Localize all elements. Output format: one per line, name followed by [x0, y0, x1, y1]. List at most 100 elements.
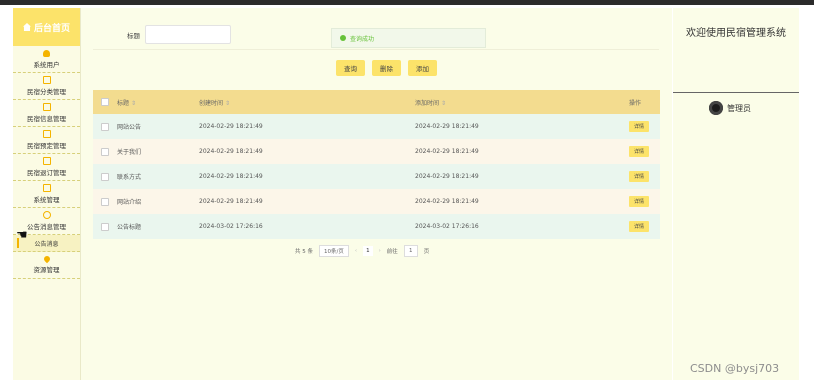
sidebar-item-label: 民宿信息管理 [27, 115, 66, 123]
cell-title: 网站介绍 [117, 199, 142, 206]
row-checkbox[interactable] [101, 122, 109, 131]
sidebar-item-info[interactable]: 民宿信息管理 [13, 100, 80, 127]
cell-added: 2024-02-29 18:21:49 [415, 173, 479, 180]
detail-button[interactable]: 详情 [629, 196, 650, 207]
sort-icon: ⇕ [441, 99, 447, 107]
grid-icon [42, 157, 51, 165]
total-count: 共 5 条 [295, 249, 313, 255]
bell-icon [42, 211, 51, 219]
hand-cursor-icon: ☚ [16, 228, 28, 243]
cell-title: 公告标题 [117, 224, 142, 231]
table-row: 联系方式 2024-02-29 18:21:49 2024-02-29 18:2… [93, 164, 660, 189]
main-content: 标题 查询成功 查询 删除 添加 标题 ⇕ 创建时间 ⇕ 添加时间 ⇕ 操作 网站公 [81, 8, 672, 380]
home-icon [22, 23, 31, 31]
right-panel: 欢迎使用民宿管理系统 管理员 [673, 8, 799, 380]
select-all-checkbox[interactable] [101, 98, 109, 106]
goto-label: 前往 [386, 249, 398, 255]
row-checkbox[interactable] [101, 197, 109, 206]
cell-created: 2024-03-02 17:26:16 [199, 223, 263, 230]
sidebar-item-label: 资源管理 [33, 266, 60, 274]
cell-added: 2024-02-29 18:21:49 [415, 198, 479, 205]
table-row: 网站公告 2024-02-29 18:21:49 2024-02-29 18:2… [93, 114, 660, 139]
sidebar-item-resources[interactable]: 资源管理 [13, 252, 80, 279]
query-button[interactable]: 查询 [336, 60, 365, 76]
page-suffix: 页 [423, 249, 430, 255]
sidebar-item-label: 系统用户 [33, 60, 60, 69]
sidebar-item-users[interactable]: 系统用户 [13, 46, 80, 73]
sidebar-item-category[interactable]: 民宿分类管理 [13, 73, 80, 100]
cell-title: 关于我们 [117, 149, 142, 156]
sidebar-item-label: 民宿退订管理 [27, 169, 66, 177]
next-page-icon[interactable]: › [379, 248, 381, 254]
divider [93, 49, 659, 50]
pin-icon [42, 254, 51, 264]
cell-title: 联系方式 [117, 174, 142, 181]
detail-button[interactable]: 详情 [629, 121, 650, 132]
detail-button[interactable]: 详情 [629, 171, 650, 182]
sort-icon: ⇕ [131, 99, 137, 107]
sidebar-item-label: 民宿预定管理 [27, 142, 66, 150]
top-border [0, 0, 814, 5]
add-button[interactable]: 添加 [408, 60, 437, 76]
sidebar-item-cancel[interactable]: 民宿退订管理 [13, 154, 80, 181]
cell-created: 2024-02-29 18:21:49 [199, 198, 263, 205]
data-table: 标题 ⇕ 创建时间 ⇕ 添加时间 ⇕ 操作 网站公告 2024-02-29 18:21… [93, 90, 660, 239]
grid-icon [42, 103, 51, 111]
user-name: 管理员 [727, 103, 751, 113]
sidebar-item-booking[interactable]: 民宿预定管理 [13, 127, 80, 154]
sidebar: 后台首页 系统用户 民宿分类管理 民宿信息管理 民宿预定管理 民宿退订管理 系统… [13, 8, 81, 380]
sidebar-home[interactable]: 后台首页 [13, 8, 80, 46]
sidebar-item-label: 民宿分类管理 [27, 88, 66, 96]
search-label: 标题 [127, 32, 140, 40]
cell-added: 2024-02-29 18:21:49 [415, 123, 479, 130]
table-row: 关于我们 2024-02-29 18:21:49 2024-02-29 18:2… [93, 139, 660, 164]
page-size-select[interactable]: 10条/页 [319, 245, 349, 257]
pagination: 共 5 条 10条/页 ‹ 1 › 前往 1 页 [295, 245, 429, 257]
detail-button[interactable]: 详情 [629, 221, 650, 232]
toast-message: 查询成功 [331, 28, 486, 48]
row-checkbox[interactable] [101, 147, 109, 156]
action-buttons: 查询 删除 添加 [81, 60, 672, 76]
user-icon [43, 49, 50, 57]
delete-button[interactable]: 删除 [372, 60, 401, 76]
cell-title: 网站公告 [117, 124, 142, 131]
cell-added: 2024-02-29 18:21:49 [415, 148, 479, 155]
sidebar-home-label: 后台首页 [33, 23, 70, 34]
table-row: 公告标题 2024-03-02 17:26:16 2024-03-02 17:2… [93, 214, 660, 239]
success-icon [340, 35, 346, 41]
grid-icon [42, 130, 51, 138]
search-row: 标题 查询成功 [81, 22, 672, 48]
user-menu[interactable]: 管理员 [709, 101, 751, 115]
cell-added: 2024-03-02 17:26:16 [415, 223, 479, 230]
search-input[interactable] [145, 25, 231, 44]
sidebar-item-label: 公告消息管理 [27, 223, 66, 231]
table-header: 标题 ⇕ 创建时间 ⇕ 添加时间 ⇕ 操作 [93, 90, 660, 114]
header-title[interactable]: 标题 ⇕ [117, 98, 199, 107]
detail-button[interactable]: 详情 [629, 146, 650, 157]
toast-text: 查询成功 [350, 35, 375, 43]
page-number[interactable]: 1 [363, 246, 373, 256]
sort-icon: ⇕ [225, 99, 231, 107]
divider [673, 92, 799, 93]
grid-icon [42, 76, 51, 84]
grid-icon [42, 184, 51, 192]
cell-created: 2024-02-29 18:21:49 [199, 148, 263, 155]
goto-page-input[interactable]: 1 [403, 245, 418, 257]
row-checkbox[interactable] [101, 172, 109, 181]
welcome-title: 欢迎使用民宿管理系统 [686, 28, 786, 39]
prev-page-icon[interactable]: ‹ [355, 248, 357, 254]
avatar [709, 101, 723, 115]
cell-created: 2024-02-29 18:21:49 [199, 123, 263, 130]
header-created[interactable]: 创建时间 ⇕ [199, 98, 415, 107]
sidebar-subitem-label: 公告消息 [34, 240, 59, 248]
cell-created: 2024-02-29 18:21:49 [199, 173, 263, 180]
app-frame: 后台首页 系统用户 民宿分类管理 民宿信息管理 民宿预定管理 民宿退订管理 系统… [0, 0, 814, 386]
table-row: 网站介绍 2024-02-29 18:21:49 2024-02-29 18:2… [93, 189, 660, 214]
header-actions: 操作 [629, 99, 642, 107]
header-added[interactable]: 添加时间 ⇕ [415, 98, 629, 107]
sidebar-item-system[interactable]: 系统管理 [13, 181, 80, 208]
select-all-cell [93, 98, 117, 106]
watermark: CSDN @bysj703 [690, 362, 780, 375]
sidebar-item-label: 系统管理 [33, 196, 60, 204]
row-checkbox[interactable] [101, 222, 109, 231]
